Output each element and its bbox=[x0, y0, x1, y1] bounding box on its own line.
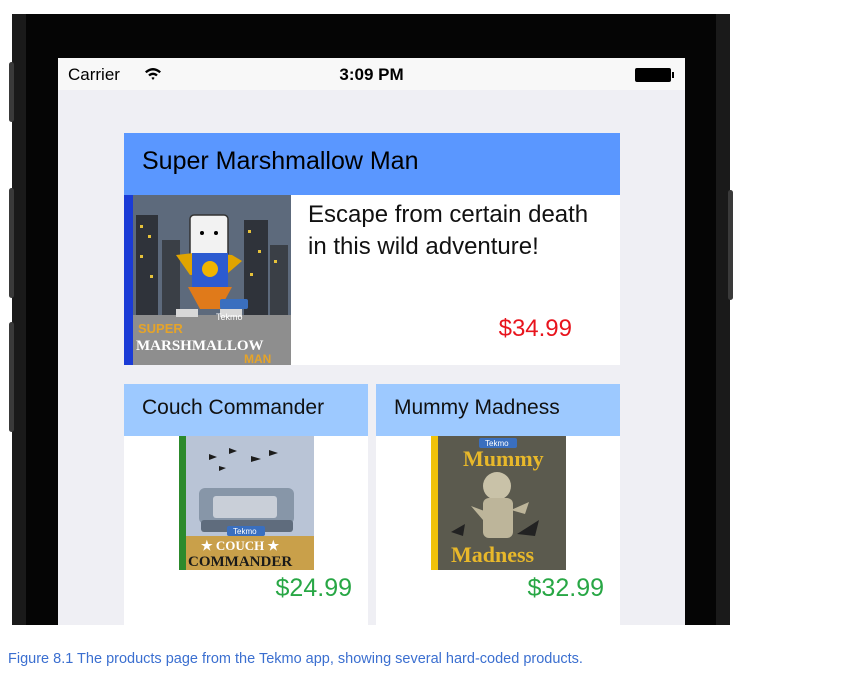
svg-text:Tekmo: Tekmo bbox=[233, 527, 257, 536]
svg-text:★ COUCH ★: ★ COUCH ★ bbox=[201, 538, 280, 553]
featured-price: $34.99 bbox=[498, 315, 572, 342]
product-card-mummy-madness[interactable]: Mummy Madness Tekmo Mummy Madness $32.99 bbox=[376, 384, 620, 625]
product-card-couch-commander[interactable]: Couch Commander Tekmo ★ COUCH ★ COMMANDE… bbox=[124, 384, 368, 625]
product-price: $24.99 bbox=[275, 574, 352, 602]
volume-button bbox=[9, 62, 14, 122]
product-header: Couch Commander bbox=[124, 384, 368, 436]
status-bar: Carrier 3:09 PM bbox=[58, 58, 685, 90]
product-price: $32.99 bbox=[527, 574, 604, 602]
svg-text:COMMANDER: COMMANDER bbox=[188, 554, 292, 570]
image-brand-text: Tekmo bbox=[216, 312, 243, 322]
mummy-madness-image: Tekmo Mummy Madness bbox=[431, 436, 566, 570]
status-time: 3:09 PM bbox=[339, 65, 404, 84]
product-title: Mummy Madness bbox=[394, 396, 560, 419]
volume-down-button bbox=[9, 322, 14, 432]
svg-text:SUPER: SUPER bbox=[138, 321, 183, 336]
svg-text:MAN: MAN bbox=[244, 352, 271, 365]
featured-header: Super Marshmallow Man bbox=[124, 133, 620, 195]
featured-description: Escape from certain death in this wild a… bbox=[308, 201, 589, 260]
super-marshmallow-man-image: Tekmo SUPER MARSHMALLOW MAN bbox=[124, 195, 291, 365]
app-screen: Carrier 3:09 PM Super Marshmallow Man Te… bbox=[58, 58, 685, 625]
svg-text:Madness: Madness bbox=[451, 542, 535, 567]
featured-title: Super Marshmallow Man bbox=[142, 147, 419, 175]
svg-text:Mummy: Mummy bbox=[463, 446, 544, 471]
volume-up-button bbox=[9, 188, 14, 298]
featured-product-card[interactable]: Super Marshmallow Man Tekmo SUPER MARSHM… bbox=[124, 133, 620, 365]
couch-commander-image: Tekmo ★ COUCH ★ COMMANDER bbox=[179, 436, 314, 570]
figure-caption: Figure 8.1 The products page from the Te… bbox=[8, 651, 583, 667]
power-button bbox=[728, 190, 733, 300]
battery-icon bbox=[635, 68, 674, 82]
product-title: Couch Commander bbox=[142, 396, 325, 419]
product-header: Mummy Madness bbox=[376, 384, 620, 436]
